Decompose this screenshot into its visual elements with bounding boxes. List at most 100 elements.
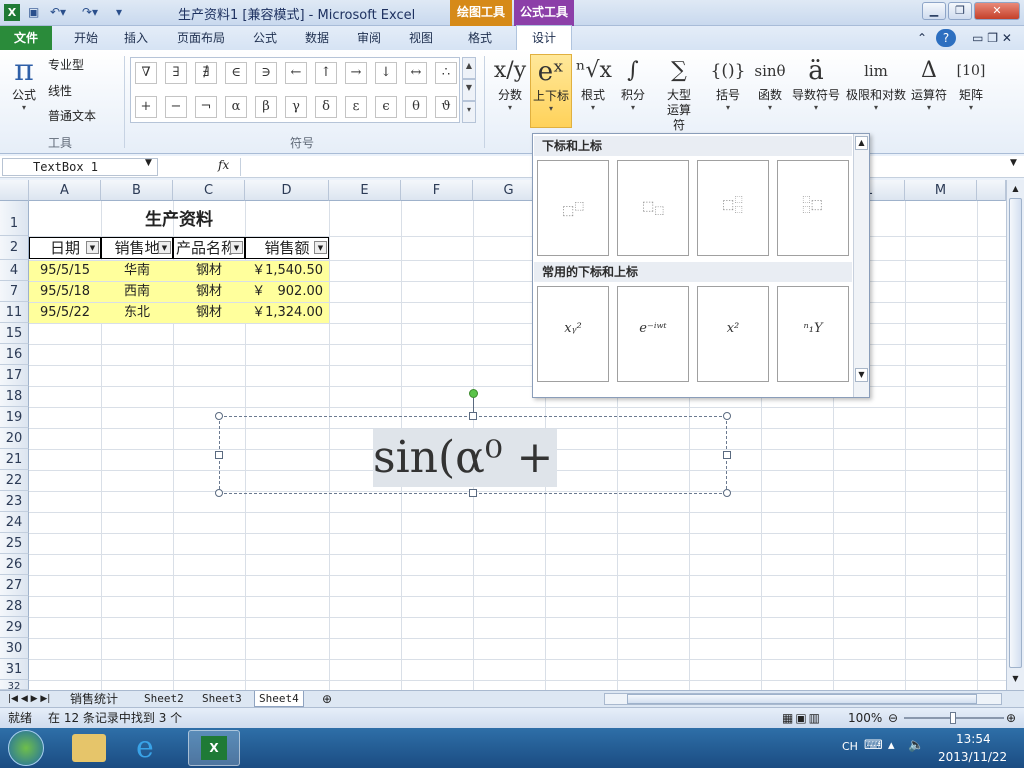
scroll-down-icon[interactable]: ▼ bbox=[1009, 672, 1022, 686]
tab-data[interactable]: 数据 bbox=[294, 26, 340, 50]
sheet-tab-sheet4[interactable]: Sheet4 bbox=[254, 691, 304, 707]
cell-b11[interactable]: 东北 bbox=[101, 303, 173, 323]
tab-home[interactable]: 开始 bbox=[60, 26, 112, 50]
row-header-31[interactable]: 31 bbox=[0, 659, 29, 680]
symbol-exists[interactable]: ∃ bbox=[165, 62, 187, 84]
row-header-19[interactable]: 19 bbox=[0, 407, 29, 428]
symbol-not-exists[interactable]: ∄ bbox=[195, 62, 217, 84]
cell-a7[interactable]: 95/5/18 bbox=[29, 282, 101, 302]
cell-b4[interactable]: 华南 bbox=[101, 261, 173, 281]
row-header-16[interactable]: 16 bbox=[0, 344, 29, 365]
row-header-4[interactable]: 4 bbox=[0, 260, 29, 281]
vertical-scrollbar[interactable]: ▲ ▼ bbox=[1006, 180, 1024, 690]
cell-b7[interactable]: 西南 bbox=[101, 282, 173, 302]
col-header-m[interactable]: M bbox=[905, 180, 977, 201]
save-icon[interactable]: ▣ bbox=[28, 4, 39, 21]
keyboard-icon[interactable]: ⌨ bbox=[864, 738, 883, 753]
row-header-27[interactable]: 27 bbox=[0, 575, 29, 596]
filter-dropdown-icon[interactable]: ▼ bbox=[86, 241, 99, 254]
clock-time[interactable]: 13:54 bbox=[956, 732, 991, 746]
common-script-x-y2[interactable]: xᵧ² bbox=[537, 286, 609, 382]
tab-insert[interactable]: 插入 bbox=[112, 26, 160, 50]
zoom-out-icon[interactable]: ⊖ bbox=[888, 708, 898, 728]
symbol-element-of[interactable]: ∈ bbox=[225, 62, 247, 84]
row-header-23[interactable]: 23 bbox=[0, 491, 29, 512]
horizontal-scrollbar[interactable] bbox=[604, 693, 1002, 705]
sheet-tab-sales[interactable]: 销售统计 bbox=[66, 691, 122, 707]
row-header-15[interactable]: 15 bbox=[0, 323, 29, 344]
symbol-theta-variant[interactable]: ϑ bbox=[435, 96, 457, 118]
sheet-tab-sheet2[interactable]: Sheet2 bbox=[140, 691, 188, 707]
linear-button[interactable]: 线性 bbox=[48, 84, 118, 99]
resize-handle-n[interactable] bbox=[469, 412, 477, 420]
minimize-button[interactable]: ▁ bbox=[922, 2, 946, 20]
tab-view[interactable]: 视图 bbox=[398, 26, 444, 50]
gallery-scroll-down-icon[interactable]: ▼ bbox=[855, 368, 868, 382]
row-header-28[interactable]: 28 bbox=[0, 596, 29, 617]
equation-content[interactable]: sin(α⁰ + bbox=[373, 429, 558, 487]
sheet-tab-sheet3[interactable]: Sheet3 bbox=[198, 691, 246, 707]
row-header-25[interactable]: 25 bbox=[0, 533, 29, 554]
internet-explorer-icon[interactable]: e bbox=[136, 732, 154, 764]
symbol-down-arrow[interactable]: ↓ bbox=[375, 62, 397, 84]
col-header-d[interactable]: D bbox=[245, 180, 329, 201]
tab-format[interactable]: 格式 bbox=[456, 26, 504, 50]
clock-date[interactable]: 2013/11/22 bbox=[938, 750, 1007, 764]
row-header-7[interactable]: 7 bbox=[0, 281, 29, 302]
filter-dropdown-icon[interactable]: ▼ bbox=[158, 241, 171, 254]
row-header-26[interactable]: 26 bbox=[0, 554, 29, 575]
gallery-scroll-up-icon[interactable]: ▲ bbox=[855, 136, 868, 150]
resize-handle-w[interactable] bbox=[215, 451, 223, 459]
view-mode-icons[interactable]: ▦▣▥ bbox=[782, 708, 822, 728]
symbol-therefore[interactable]: ∴ bbox=[435, 62, 457, 84]
header-product[interactable]: 产品名称 ▼ bbox=[173, 237, 245, 259]
symbol-epsilon[interactable]: ε bbox=[345, 96, 367, 118]
row-header-17[interactable]: 17 bbox=[0, 365, 29, 386]
cell-a4[interactable]: 95/5/15 bbox=[29, 261, 101, 281]
name-box[interactable]: TextBox 1 bbox=[2, 158, 158, 176]
symbol-epsilon-variant[interactable]: ϵ bbox=[375, 96, 397, 118]
scroll-thumb[interactable] bbox=[1009, 198, 1022, 668]
row-header-2[interactable]: 2 bbox=[0, 236, 29, 260]
left-sub-superscript-template[interactable]: ⬚ ⬚⬚ bbox=[777, 160, 849, 256]
filter-active-icon[interactable]: ▼ bbox=[230, 241, 243, 254]
professional-button[interactable]: 专业型 bbox=[48, 58, 118, 73]
symbol-nabla[interactable]: ∇ bbox=[135, 62, 157, 84]
tray-arrow-icon[interactable]: ▴ bbox=[888, 738, 895, 753]
sheet-nav-icon[interactable]: |◀ ◀ ▶ ▶| bbox=[4, 691, 54, 707]
symbol-left-arrow[interactable]: ← bbox=[285, 62, 307, 84]
cell-d11[interactable]: ￥1,324.00 bbox=[245, 303, 329, 323]
customize-qat-icon[interactable]: ▾ bbox=[116, 4, 122, 21]
row-header-29[interactable]: 29 bbox=[0, 617, 29, 638]
col-header-f[interactable]: F bbox=[401, 180, 473, 201]
scroll-up-icon[interactable]: ▲ bbox=[1009, 182, 1022, 196]
symbol-plus[interactable]: + bbox=[135, 96, 157, 118]
symbol-delta[interactable]: δ bbox=[315, 96, 337, 118]
zoom-in-icon[interactable]: ⊕ bbox=[1006, 708, 1016, 728]
symbol-gamma[interactable]: γ bbox=[285, 96, 307, 118]
row-header-22[interactable]: 22 bbox=[0, 470, 29, 491]
symbol-left-right-arrow[interactable]: ↔ bbox=[405, 62, 427, 84]
workbook-window-controls[interactable]: ▭ ❐ ✕ bbox=[964, 26, 1020, 50]
resize-handle-s[interactable] bbox=[469, 489, 477, 497]
large-operator-button[interactable]: ∑ 大型运算符 bbox=[654, 54, 704, 133]
excel-taskbar-button[interactable]: X bbox=[188, 730, 240, 766]
symbol-more-icon[interactable]: ▾ bbox=[462, 101, 476, 123]
superscript-template[interactable]: ⬚⬚ bbox=[537, 160, 609, 256]
file-explorer-icon[interactable] bbox=[72, 734, 106, 762]
symbol-right-arrow[interactable]: → bbox=[345, 62, 367, 84]
sheet-title[interactable]: 生产资料 bbox=[29, 206, 329, 234]
row-header-21[interactable]: 21 bbox=[0, 449, 29, 470]
common-script-e-iwt[interactable]: e⁻ⁱʷᵗ bbox=[617, 286, 689, 382]
tab-design[interactable]: 设计 bbox=[516, 25, 572, 50]
insert-equation-button[interactable]: π 公式 ▾ bbox=[6, 54, 42, 113]
gallery-scrollbar[interactable]: ▲ ▼ bbox=[853, 134, 869, 397]
cell-c7[interactable]: 钢材 bbox=[173, 282, 245, 302]
col-header-c[interactable]: C bbox=[173, 180, 245, 201]
help-icon[interactable]: ? bbox=[936, 29, 956, 47]
tab-formulas[interactable]: 公式 bbox=[242, 26, 288, 50]
radical-button[interactable]: ⁿ√x 根式 ▾ bbox=[576, 54, 612, 113]
resize-handle-sw[interactable] bbox=[215, 489, 223, 497]
insert-sheet-icon[interactable]: ⊕ bbox=[318, 691, 336, 707]
symbol-up-arrow[interactable]: ↑ bbox=[315, 62, 337, 84]
